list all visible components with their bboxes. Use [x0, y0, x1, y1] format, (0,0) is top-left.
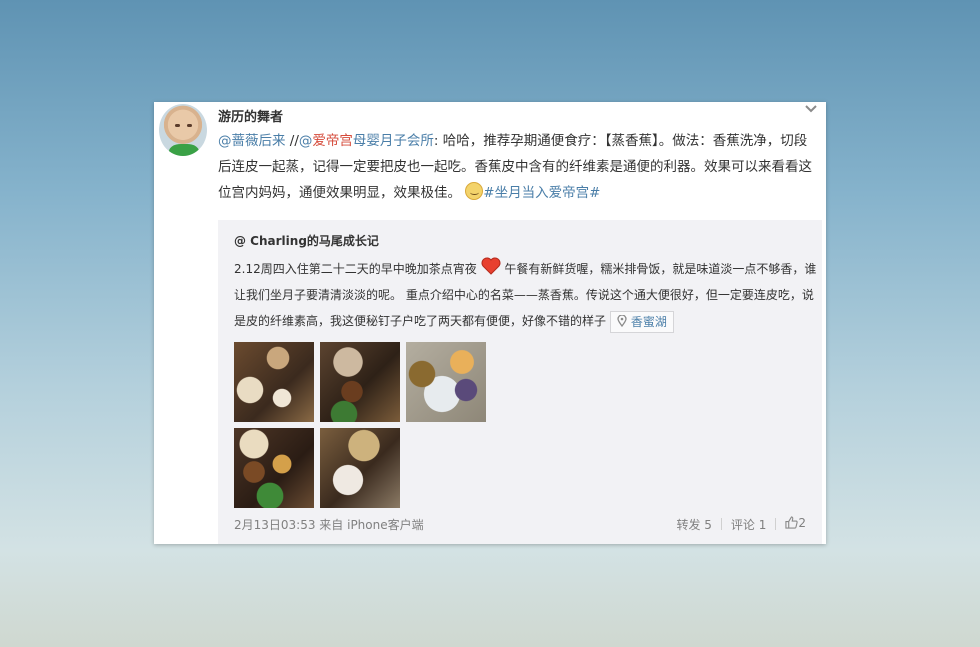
meal-photo-thumbnail[interactable]	[320, 428, 400, 508]
mention-link[interactable]: @蔷薇后来	[218, 133, 286, 149]
mention-at[interactable]: @	[299, 133, 313, 149]
post-actions: 转发 5 评论 1 2	[676, 516, 806, 533]
author-avatar[interactable]	[159, 104, 207, 156]
repost-text-part1: 2.12周四入住第二十二天的早中晚加茶点宵夜	[234, 262, 477, 276]
meal-photo-thumbnail[interactable]	[320, 342, 400, 422]
forward-button[interactable]: 转发 5	[676, 516, 711, 533]
meal-photo-thumbnail[interactable]	[234, 342, 314, 422]
thumbs-up-icon	[785, 516, 799, 529]
mention-rest[interactable]: 母婴月子会所	[353, 133, 434, 149]
divider	[775, 518, 777, 530]
reposted-content: @ Charling的马尾成长记 2.12周四入住第二十二天的早中晚加茶点宵夜 …	[218, 220, 822, 544]
weibo-post-card: 游历的舞者 @蔷薇后来 //@爱帝宫母婴月子会所: 哈哈，推荐孕期通便食疗：【蒸…	[154, 102, 826, 544]
repost-text: 2.12周四入住第二十二天的早中晚加茶点宵夜 午餐有新鲜货喔，糯米排骨饭，就是味…	[234, 256, 820, 334]
meal-photo-thumbnail[interactable]	[234, 428, 314, 508]
post-timestamp[interactable]: 2月13日03:53 来自 iPhone客户端	[234, 516, 424, 533]
divider	[720, 518, 722, 530]
author-name[interactable]: 游历的舞者	[218, 106, 283, 125]
meal-photo-thumbnail[interactable]	[406, 342, 486, 422]
like-button[interactable]: 2	[785, 516, 806, 533]
heart-emoji-icon	[481, 257, 501, 275]
chevron-down-icon[interactable]	[804, 104, 818, 114]
comment-button[interactable]: 评论 1	[731, 516, 766, 533]
location-label: 香蜜湖	[630, 314, 667, 329]
like-count: 2	[798, 516, 806, 530]
repost-separator: //	[285, 133, 299, 149]
post-content: @蔷薇后来 //@爱帝宫母婴月子会所: 哈哈，推荐孕期通便食疗：【蒸香蕉】。做法…	[218, 128, 820, 206]
location-tag[interactable]: 香蜜湖	[609, 310, 674, 333]
repost-author[interactable]: @ Charling的马尾成长记	[234, 232, 379, 249]
location-pin-icon	[617, 313, 627, 327]
doge-emoji-icon	[465, 182, 484, 200]
hashtag-link[interactable]: #坐月当入爱帝宫#	[483, 185, 600, 201]
mention-brand[interactable]: 爱帝宫	[312, 133, 353, 149]
